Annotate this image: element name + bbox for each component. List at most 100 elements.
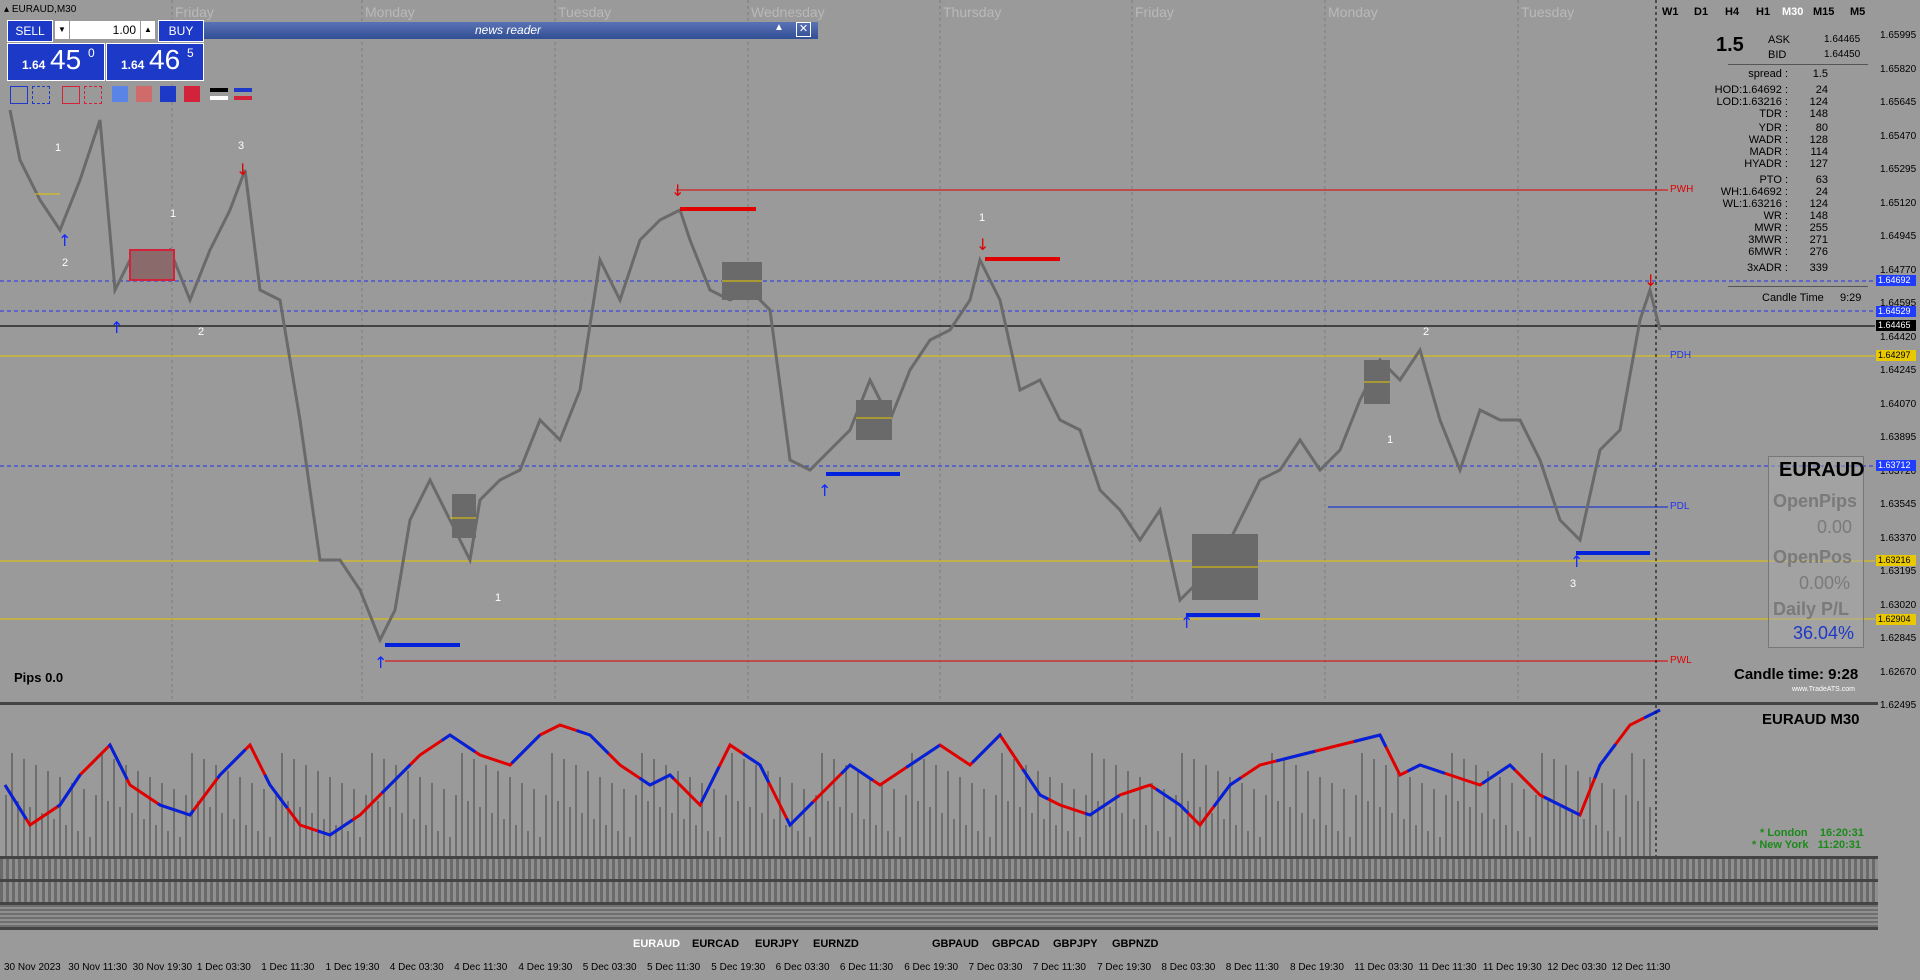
open-pos-value: 0.00% xyxy=(1799,573,1851,593)
time-axis[interactable]: 30 Nov 2023 30 Nov 11:30 30 Nov 19:30 1 Dec… xyxy=(0,958,1880,980)
line-white-icon[interactable] xyxy=(210,96,228,100)
oscillator-pane[interactable]: EURAUD M30 * London 16:20:31 * New York … xyxy=(0,702,1880,857)
buy-arrow-icon: ↑ xyxy=(110,318,123,337)
stat-label: spread : xyxy=(1748,68,1788,80)
stat-label: HOD:1.64692 : xyxy=(1714,84,1788,96)
rect-dashed-tool-blue-icon[interactable] xyxy=(32,86,50,104)
symbol-eurcad[interactable]: EURCAD xyxy=(692,938,739,950)
price-tick: 1.62670 xyxy=(1880,666,1917,678)
stat-value: 276 xyxy=(1809,246,1828,258)
indicator-strip-1 xyxy=(0,856,1880,879)
symbol-euraud[interactable]: EURAUD xyxy=(633,938,680,950)
rect-tool-red-icon[interactable] xyxy=(62,86,80,104)
wave-marker: 1 xyxy=(495,592,502,604)
time-tick: 7 Dec 03:30 xyxy=(968,962,1023,973)
candle-time-value: 9:29 xyxy=(1840,292,1862,304)
tf-h1[interactable]: H1 xyxy=(1756,6,1770,18)
pwh-label: PWH xyxy=(1670,184,1694,195)
lot-size-input[interactable]: 1.00 xyxy=(70,21,140,39)
day-label: Thursday xyxy=(943,4,1002,20)
lot-decrease-icon[interactable]: ▼ xyxy=(55,21,69,39)
stats-separator xyxy=(1728,286,1868,287)
price-tag: 1.62904 xyxy=(1876,614,1916,625)
stat-value: 255 xyxy=(1809,222,1828,234)
pnl-symbol: EURAUD xyxy=(1779,459,1865,481)
symbol-gbpjpy[interactable]: GBPJPY xyxy=(1053,938,1098,950)
time-tick: 30 Nov 11:30 xyxy=(68,962,128,973)
news-reader-bar[interactable]: news reader ▲ ✕ xyxy=(200,22,818,39)
stat-value: 80 xyxy=(1815,122,1828,134)
sell-price-box[interactable]: 1.64 45 0 xyxy=(7,43,105,81)
buy-price-box[interactable]: 1.64 46 5 xyxy=(106,43,204,81)
day-label: Monday xyxy=(365,4,415,20)
open-pos-label: OpenPos xyxy=(1773,547,1853,567)
rect-dashed-tool-red-icon[interactable] xyxy=(84,86,102,104)
day-label: Friday xyxy=(175,4,214,20)
tf-m30[interactable]: M30 xyxy=(1782,6,1803,18)
stat-label: 3xADR : xyxy=(1747,262,1788,274)
buy-arrow-icon: ↑ xyxy=(58,231,71,250)
line-blue-icon[interactable] xyxy=(234,88,252,92)
tf-h4[interactable]: H4 xyxy=(1725,6,1739,18)
symbol-eurnzd[interactable]: EURNZD xyxy=(813,938,859,950)
buy-button[interactable]: BUY xyxy=(158,20,204,42)
time-tick: 11 Dec 11:30 xyxy=(1418,962,1477,973)
time-tick: 6 Dec 11:30 xyxy=(839,962,894,973)
buy-arrow-icon: ↑ xyxy=(818,481,831,500)
stat-value: 271 xyxy=(1809,234,1828,246)
line-red-icon[interactable] xyxy=(234,96,252,100)
rect-tool-blue-icon[interactable] xyxy=(10,86,28,104)
price-tag: 1.64297 xyxy=(1876,350,1916,361)
price-tick: 1.63545 xyxy=(1880,499,1917,510)
close-icon[interactable]: ✕ xyxy=(796,22,811,37)
price-chart-pane[interactable]: ↑ ↑ ↑ ↑ ↑ ↑ ↓ ↓ ↓ ↓ xyxy=(0,0,1881,700)
tf-d1[interactable]: D1 xyxy=(1694,6,1708,18)
collapse-icon[interactable]: ▲ xyxy=(774,22,784,33)
time-tick: 7 Dec 11:30 xyxy=(1032,962,1086,973)
wave-marker: 2 xyxy=(62,257,69,269)
wave-marker: 1 xyxy=(55,142,62,154)
fill-red-icon[interactable] xyxy=(184,86,200,102)
wave-marker: 3 xyxy=(238,140,245,152)
day-label: Tuesday xyxy=(1521,4,1575,20)
price-tick: 1.65120 xyxy=(1880,197,1917,209)
symbol-eurjpy[interactable]: EURJPY xyxy=(755,938,799,950)
time-tick: 8 Dec 03:30 xyxy=(1161,962,1216,973)
sell-button[interactable]: SELL xyxy=(7,20,53,42)
symbol-gbpaud[interactable]: GBPAUD xyxy=(932,938,979,950)
fill-red-light-icon[interactable] xyxy=(136,86,152,102)
time-tick: 12 Dec 11:30 xyxy=(1611,962,1671,973)
buy-arrow-icon: ↑ xyxy=(374,653,387,672)
buy-arrow-icon: ↑ xyxy=(1570,552,1583,571)
price-tick: 1.64070 xyxy=(1880,398,1917,410)
fill-blue-icon[interactable] xyxy=(160,86,176,102)
symbol-gbpnzd[interactable]: GBPNZD xyxy=(1112,938,1158,950)
stat-label: MWR : xyxy=(1754,222,1788,234)
stat-label: WL:1.63216 : xyxy=(1722,198,1788,210)
price-chart-canvas[interactable]: ↑ ↑ ↑ ↑ ↑ ↑ ↓ ↓ ↓ ↓ xyxy=(0,0,1880,700)
price-tag: 1.64529 xyxy=(1876,306,1916,317)
price-axis[interactable]: 1.65995 1.65820 1.65645 1.65470 1.65295 1.651… xyxy=(1876,0,1920,960)
pdh-label: PDH xyxy=(1670,350,1692,361)
day-label: Monday xyxy=(1328,4,1378,20)
symbol-gbpcad[interactable]: GBPCAD xyxy=(992,938,1040,950)
time-tick: 12 Dec 03:30 xyxy=(1547,962,1607,973)
stat-label: WH:1.64692 : xyxy=(1720,186,1788,198)
line-black-icon[interactable] xyxy=(210,88,228,92)
tf-m15[interactable]: M15 xyxy=(1813,6,1834,18)
window-title: ▴ EURAUD,M30 xyxy=(4,4,77,15)
stat-value: 339 xyxy=(1809,262,1828,274)
drawing-toolbar xyxy=(10,86,260,104)
price-tag: 1.63216 xyxy=(1876,555,1916,566)
price-tag: 1.64465 xyxy=(1876,320,1916,331)
osc-title: EURAUD M30 xyxy=(1762,711,1860,728)
window-menu-icon[interactable]: ▴ xyxy=(4,4,12,15)
fill-blue-light-icon[interactable] xyxy=(112,86,128,102)
stat-value: 124 xyxy=(1809,198,1828,210)
time-tick: 8 Dec 19:30 xyxy=(1290,962,1344,973)
tf-m5[interactable]: M5 xyxy=(1850,6,1865,18)
stat-label: PTO : xyxy=(1759,174,1788,186)
lot-increase-icon[interactable]: ▲ xyxy=(141,21,155,39)
pnl-box: EURAUD OpenPips 0.00 OpenPos 0.00% Daily… xyxy=(1768,456,1865,648)
tf-w1[interactable]: W1 xyxy=(1662,6,1679,18)
